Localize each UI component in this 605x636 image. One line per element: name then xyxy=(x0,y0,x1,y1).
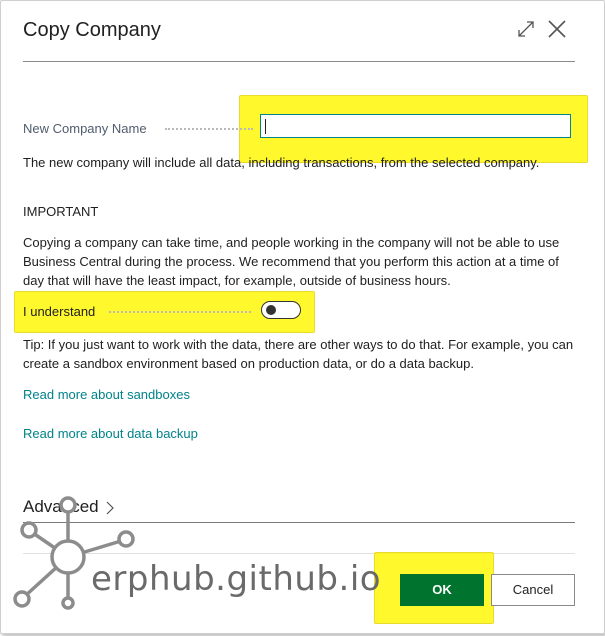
close-icon[interactable] xyxy=(547,19,567,39)
tip-text: Tip: If you just want to work with the d… xyxy=(23,337,574,371)
understand-leader-dots xyxy=(109,311,251,313)
expand-icon[interactable] xyxy=(516,19,536,39)
understand-label: I understand xyxy=(23,304,96,319)
new-company-name-label: New Company Name xyxy=(23,121,147,136)
important-text: Copying a company can take time, and peo… xyxy=(23,235,560,288)
dialog-title: Copy Company xyxy=(23,19,161,41)
new-company-name-input[interactable] xyxy=(260,114,571,138)
link-read-more-sandboxes[interactable]: Read more about sandboxes xyxy=(23,387,190,402)
text-caret xyxy=(265,119,266,134)
understand-toggle[interactable] xyxy=(261,301,301,319)
toggle-knob xyxy=(266,305,276,315)
link-read-more-data-backup[interactable]: Read more about data backup xyxy=(23,426,198,441)
ok-button[interactable]: OK xyxy=(400,574,484,606)
important-heading: IMPORTANT xyxy=(23,204,99,219)
info-text: The new company will include all data, i… xyxy=(23,155,540,170)
watermark-text: erphub.github.io xyxy=(91,559,382,599)
title-divider xyxy=(23,61,575,62)
cancel-button[interactable]: Cancel xyxy=(491,574,575,606)
copy-company-dialog: Copy Company New Company Name The new co… xyxy=(0,0,605,634)
label-leader-dots xyxy=(165,128,253,130)
